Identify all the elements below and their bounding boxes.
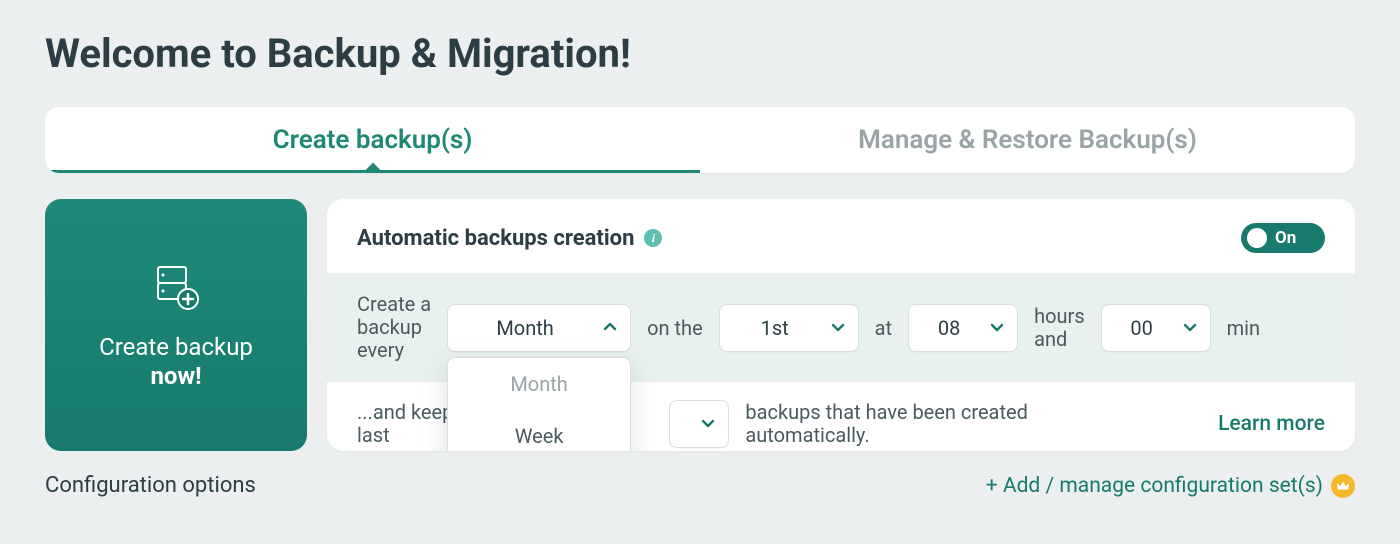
page-title: Welcome to Backup & Migration! bbox=[45, 30, 1355, 77]
active-tab-indicator-icon bbox=[361, 163, 384, 173]
learn-more-link[interactable]: Learn more bbox=[1218, 412, 1325, 436]
chevron-down-icon bbox=[830, 316, 846, 340]
hours-and-label: hours and bbox=[1034, 305, 1085, 351]
panel-heading: Automatic backups creation bbox=[357, 226, 634, 251]
schedule-every-label: Create a backup every bbox=[357, 293, 431, 362]
automatic-backups-panel: Automatic backups creation i On Create a… bbox=[327, 199, 1355, 451]
chevron-down-icon bbox=[989, 316, 1005, 340]
interval-select-value: Month bbox=[496, 316, 553, 340]
tab-create-backups[interactable]: Create backup(s) bbox=[45, 107, 700, 173]
server-plus-icon bbox=[148, 259, 204, 319]
add-manage-config-sets-link[interactable]: + Add / manage configuration set(s) bbox=[986, 474, 1355, 498]
at-label: at bbox=[875, 316, 892, 340]
tab-bar: Create backup(s) Manage & Restore Backup… bbox=[45, 107, 1355, 173]
on-the-label: on the bbox=[647, 316, 703, 340]
minute-value: 00 bbox=[1130, 316, 1152, 340]
keep-suffix-label: backups that have been created automatic… bbox=[745, 401, 1028, 447]
day-of-month-value: 1st bbox=[761, 316, 789, 340]
configuration-options-heading: Configuration options bbox=[45, 473, 256, 498]
create-backup-now-button[interactable]: Create backup now! bbox=[45, 199, 307, 451]
chevron-up-icon bbox=[602, 316, 618, 340]
crown-icon bbox=[1331, 474, 1355, 498]
interval-option-week[interactable]: Week bbox=[448, 410, 630, 452]
automatic-backups-toggle[interactable]: On bbox=[1241, 223, 1325, 253]
hour-value: 08 bbox=[938, 316, 960, 340]
toggle-label: On bbox=[1275, 228, 1296, 248]
schedule-row: Create a backup every Month Month Week D… bbox=[327, 273, 1355, 382]
chevron-down-icon bbox=[700, 412, 716, 436]
interval-dropdown: Month Week Day bbox=[447, 357, 631, 452]
create-backup-label-line1: Create backup bbox=[99, 333, 253, 362]
toggle-knob-icon bbox=[1247, 228, 1267, 248]
interval-select[interactable]: Month Month Week Day bbox=[447, 304, 631, 352]
add-manage-config-sets-label: + Add / manage configuration set(s) bbox=[986, 474, 1323, 498]
tab-manage-restore[interactable]: Manage & Restore Backup(s) bbox=[700, 107, 1355, 173]
interval-option-month[interactable]: Month bbox=[448, 358, 630, 410]
info-icon[interactable]: i bbox=[644, 229, 662, 247]
keep-count-select[interactable] bbox=[669, 400, 729, 448]
create-backup-label-line2: now! bbox=[150, 362, 201, 391]
day-of-month-select[interactable]: 1st bbox=[719, 304, 859, 352]
min-suffix-label: min bbox=[1227, 316, 1260, 340]
minute-select[interactable]: 00 bbox=[1101, 304, 1211, 352]
keep-prefix-label: ...and keep last bbox=[357, 401, 453, 447]
chevron-down-icon bbox=[1182, 316, 1198, 340]
tab-label: Create backup(s) bbox=[273, 125, 473, 155]
tab-label: Manage & Restore Backup(s) bbox=[858, 125, 1197, 155]
hour-select[interactable]: 08 bbox=[908, 304, 1018, 352]
